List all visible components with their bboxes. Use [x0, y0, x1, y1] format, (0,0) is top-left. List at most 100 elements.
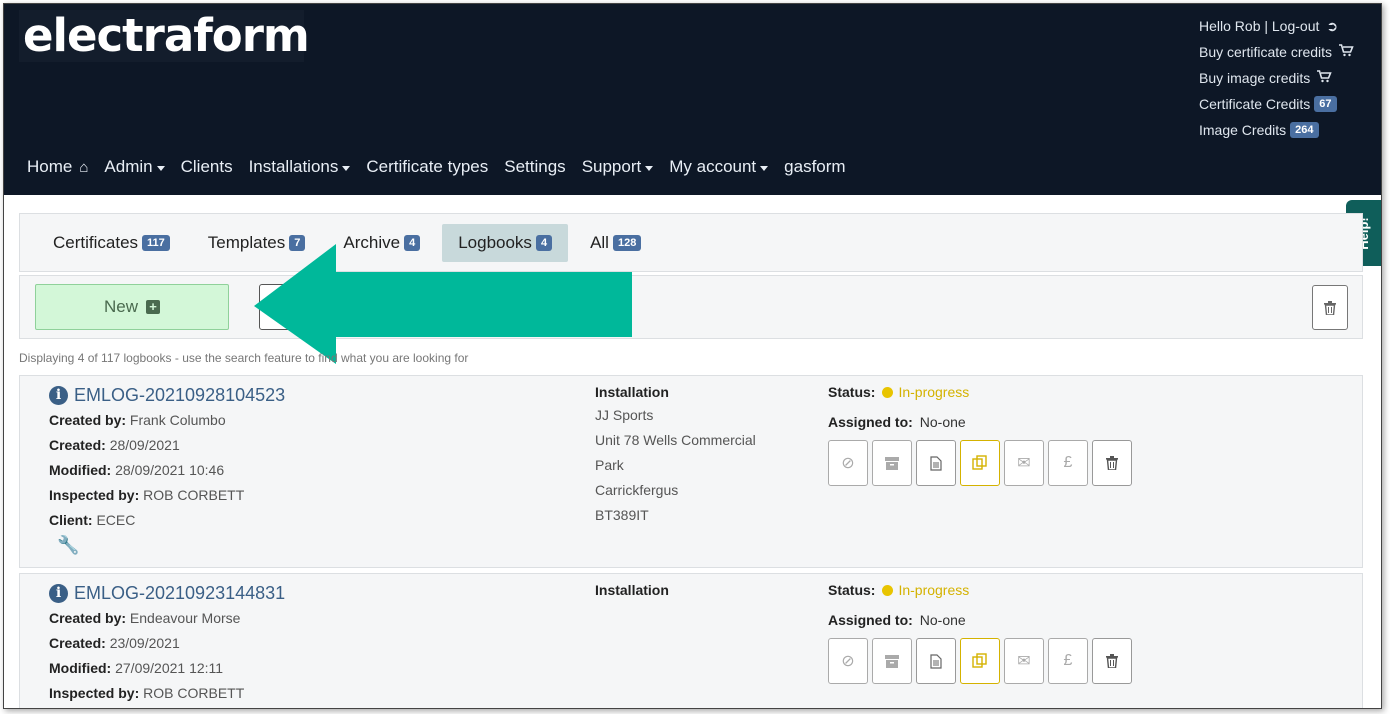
app-window: electraform Hello Rob | Log-out ➲ Buy ce…	[3, 3, 1382, 709]
client-row: Client: ECEC	[49, 512, 136, 528]
new-button[interactable]: New +	[35, 284, 229, 330]
cart-icon	[1339, 44, 1354, 60]
logbook-card: i EMLOG-20210923144831 Created by: Endea…	[19, 573, 1363, 708]
ban-icon: ⊘	[841, 455, 855, 472]
envelope-icon: ✉	[1017, 455, 1031, 472]
document-icon	[930, 455, 942, 471]
address-line: Unit 78 Wells Commercial	[595, 432, 756, 448]
certificate-credits: Certificate Credits 67	[1199, 91, 1369, 117]
nav-my-account[interactable]: My account	[669, 157, 769, 177]
copy-button[interactable]	[960, 440, 1000, 486]
archive-icon	[885, 654, 899, 668]
nav-clients[interactable]: Clients	[181, 157, 233, 177]
copy-button[interactable]	[960, 638, 1000, 684]
assigned-row: Assigned to: No-one	[828, 414, 966, 430]
cancel-button[interactable]: ⊘	[828, 440, 868, 486]
invoice-button[interactable]: £	[1048, 440, 1088, 486]
email-button[interactable]: ✉	[1004, 638, 1044, 684]
invoice-button[interactable]: £	[1048, 638, 1088, 684]
action-buttons: ⊘ ✉ £	[828, 440, 1136, 486]
assigned-row: Assigned to: No-one	[828, 612, 966, 628]
caret-down-icon	[645, 165, 654, 171]
pdf-button[interactable]	[916, 638, 956, 684]
copy-icon	[972, 455, 987, 470]
address-line: Park	[595, 457, 624, 473]
installation-block: Installation JJ Sports Unit 78 Wells Com…	[595, 381, 756, 528]
header: electraform Hello Rob | Log-out ➲ Buy ce…	[4, 4, 1381, 195]
status-block: Status: In-progress Assigned to: No-one ⊘ …	[828, 579, 1136, 684]
cart-icon	[1317, 70, 1332, 86]
record-title-link[interactable]: i EMLOG-20210923144831	[49, 580, 285, 606]
address-line: BT389IT	[595, 507, 649, 523]
nav-home[interactable]: Home ⌂	[27, 157, 88, 177]
modified-row: Modified: 27/09/2021 12:11	[49, 660, 224, 676]
archive-icon	[885, 456, 899, 470]
caret-down-icon	[760, 165, 769, 171]
archive-button[interactable]	[872, 440, 912, 486]
record-tabs: Certificates 117 Templates 7 Archive 4 Logb…	[19, 213, 1363, 272]
nav-installations[interactable]: Installations	[249, 157, 351, 177]
main-nav: Home ⌂ Admin Clients Installations Certi…	[27, 157, 862, 177]
record-title-link[interactable]: i EMLOG-20210928104523	[49, 382, 285, 408]
address-line: Carrickfergus	[595, 482, 679, 498]
action-buttons: ⊘ ✉ £	[828, 638, 1136, 684]
buy-certificate-credits-link[interactable]: Buy certificate credits	[1199, 39, 1369, 65]
archive-button[interactable]	[872, 638, 912, 684]
image-credits: Image Credits 264	[1199, 117, 1369, 143]
logout-link[interactable]: Hello Rob | Log-out ➲	[1199, 13, 1369, 39]
document-icon	[930, 653, 942, 669]
trash-icon	[1106, 456, 1118, 470]
nav-support[interactable]: Support	[582, 157, 654, 177]
created-row: Created: 28/09/2021	[49, 437, 180, 453]
inspected-by-row: Inspected by: ROB CORBETT	[49, 685, 245, 701]
trash-icon	[1324, 300, 1336, 315]
home-icon: ⌂	[79, 158, 89, 176]
plus-square-icon: +	[146, 300, 160, 314]
delete-record-button[interactable]	[1092, 440, 1132, 486]
copy-icon	[972, 653, 987, 668]
info-icon[interactable]: i	[49, 385, 68, 405]
buy-image-credits-link[interactable]: Buy image credits	[1199, 65, 1369, 91]
status-dot-icon	[882, 386, 894, 398]
results-caption: Displaying 4 of 117 logbooks - use the s…	[19, 351, 469, 365]
modified-row: Modified: 28/09/2021 10:46	[49, 462, 225, 478]
created-by-row: Created by: Frank Columbo	[49, 412, 226, 428]
info-icon[interactable]: i	[49, 583, 68, 603]
status-row: Status: In-progress	[828, 582, 970, 598]
delete-button[interactable]	[1312, 285, 1348, 330]
caret-down-icon	[156, 165, 165, 171]
inspected-by-row: Inspected by: ROB CORBETT	[49, 487, 245, 503]
wrench-icon[interactable]: 🔧	[57, 535, 285, 556]
pdf-button[interactable]	[916, 440, 956, 486]
ban-icon: ⊘	[841, 653, 855, 670]
caret-down-icon	[342, 165, 351, 171]
created-row: Created: 23/09/2021	[49, 635, 180, 651]
nav-admin[interactable]: Admin	[104, 157, 165, 177]
nav-settings[interactable]: Settings	[504, 157, 565, 177]
address-line: JJ Sports	[595, 407, 654, 423]
record-details: i EMLOG-20210928104523 Created by: Frank…	[49, 382, 285, 556]
certificate-credits-badge: 67	[1314, 96, 1337, 112]
toolbar: New +	[19, 275, 1363, 339]
pound-icon: £	[1063, 454, 1073, 471]
annotation-arrow	[254, 244, 632, 364]
logout-icon: ➲	[1326, 17, 1339, 34]
delete-record-button[interactable]	[1092, 638, 1132, 684]
tab-certificates[interactable]: Certificates 117	[37, 224, 186, 262]
trash-icon	[1106, 654, 1118, 668]
status-dot-icon	[882, 584, 894, 596]
image-credits-badge: 264	[1290, 122, 1319, 138]
installation-block: Installation	[595, 582, 669, 598]
status-block: Status: In-progress Assigned to: No-one ⊘ …	[828, 381, 1136, 486]
user-menu: Hello Rob | Log-out ➲ Buy certificate cr…	[1199, 13, 1369, 143]
logo[interactable]: electraform	[19, 10, 310, 62]
tab-count-badge: 117	[142, 234, 170, 251]
created-by-row: Created by: Endeavour Morse	[49, 610, 241, 626]
nav-certificate-types[interactable]: Certificate types	[366, 157, 488, 177]
email-button[interactable]: ✉	[1004, 440, 1044, 486]
cancel-button[interactable]: ⊘	[828, 638, 868, 684]
envelope-icon: ✉	[1017, 653, 1031, 670]
status-row: Status: In-progress	[828, 384, 970, 400]
nav-gasform[interactable]: gasform	[784, 157, 845, 177]
record-details: i EMLOG-20210923144831 Created by: Endea…	[49, 580, 285, 706]
